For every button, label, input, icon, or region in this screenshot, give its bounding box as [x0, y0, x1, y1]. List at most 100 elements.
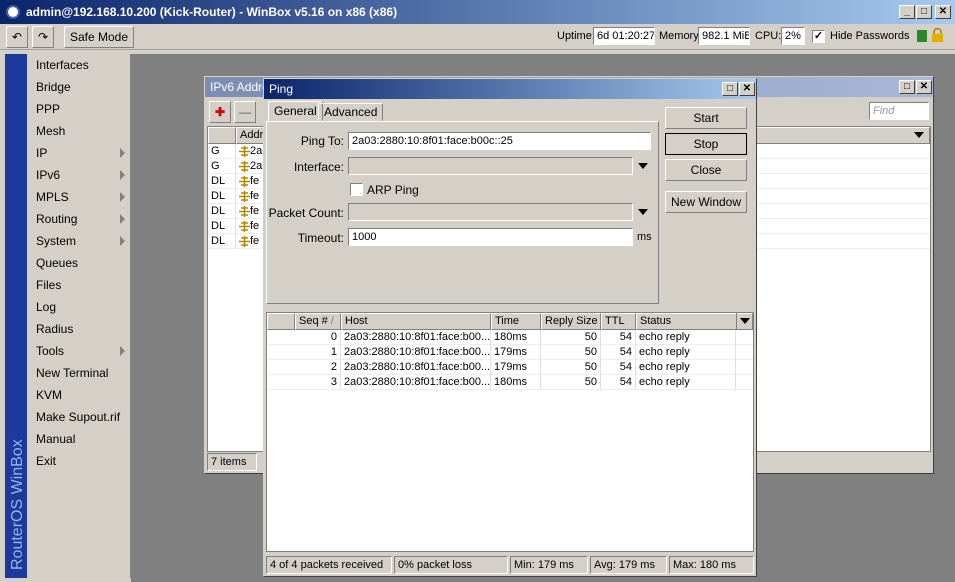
cell-seq: 2 — [295, 360, 341, 375]
uptime-value: 6d 01:20:27 — [593, 27, 655, 45]
menu-item-bridge[interactable]: Bridge — [27, 76, 131, 98]
table-row[interactable]: 1 2a03:2880:10:8f01:face:b00... 179ms 50 54 e… — [267, 345, 753, 360]
row-flag: DL — [208, 219, 236, 234]
tab-advanced[interactable]: Advanced — [318, 103, 384, 121]
menu-item-make-supout-rif[interactable]: Make Supout.rif — [27, 406, 131, 428]
menu-item-interfaces[interactable]: Interfaces — [27, 54, 131, 76]
cell-size: 50 — [541, 330, 601, 345]
interface-dropdown-icon[interactable] — [638, 163, 648, 169]
menu-item-tools[interactable]: Tools — [27, 340, 131, 362]
menu-item-label: Files — [36, 278, 62, 292]
ping-window-title: Ping — [269, 82, 294, 96]
minimize-button[interactable]: _ — [899, 5, 915, 19]
arp-ping-checkbox[interactable] — [350, 183, 363, 196]
address-icon — [239, 191, 250, 202]
results-column-menu-icon[interactable] — [736, 313, 753, 330]
table-row[interactable]: 3 2a03:2880:10:8f01:face:b00... 180ms 50 54 e… — [267, 375, 753, 390]
maximize-button[interactable]: □ — [916, 5, 932, 19]
interface-select[interactable] — [348, 157, 633, 175]
menu-item-mesh[interactable]: Mesh — [27, 120, 131, 142]
cpu-value: 2% — [781, 27, 805, 45]
cell-ttl: 54 — [601, 360, 636, 375]
ipv6-maximize-button[interactable]: □ — [899, 80, 915, 94]
brand-label: RouterOS WinBox — [9, 439, 26, 570]
stop-button[interactable]: Stop — [665, 133, 747, 155]
tab-general[interactable]: General — [268, 101, 323, 121]
hide-passwords-label: Hide Passwords — [830, 30, 910, 42]
add-button[interactable]: ✚ — [209, 101, 231, 123]
packet-count-dropdown-icon[interactable] — [638, 209, 648, 215]
new-window-button[interactable]: New Window — [665, 191, 747, 213]
menu-item-exit[interactable]: Exit — [27, 450, 131, 472]
cell-time: 180ms — [491, 375, 541, 390]
ipv6-close-button[interactable]: ✕ — [916, 80, 932, 94]
submenu-arrow-icon — [120, 346, 125, 356]
row-flag: G — [208, 159, 236, 174]
menu-item-radius[interactable]: Radius — [27, 318, 131, 340]
close-button[interactable]: ✕ — [935, 5, 951, 19]
redo-button[interactable]: ↷ — [32, 26, 54, 48]
address-icon — [239, 206, 250, 217]
menu-item-label: PPP — [36, 102, 61, 116]
max-rtt-status: Max: 180 ms — [669, 556, 754, 574]
cell-host: 2a03:2880:10:8f01:face:b00... — [341, 330, 491, 345]
ping-close-button[interactable]: ✕ — [739, 82, 755, 96]
safe-mode-button[interactable]: Safe Mode — [64, 26, 134, 48]
menu-item-system[interactable]: System — [27, 230, 131, 252]
address-icon — [239, 236, 250, 247]
menu-item-ip[interactable]: IP — [27, 142, 131, 164]
submenu-arrow-icon — [120, 214, 125, 224]
menu-item-label: System — [36, 234, 77, 248]
start-button[interactable]: Start — [665, 107, 747, 129]
address-icon — [239, 176, 250, 187]
menu-item-label: Radius — [36, 322, 74, 336]
address-icon — [239, 146, 250, 157]
cell-status: echo reply — [636, 360, 736, 375]
host-column-header[interactable]: Host — [341, 313, 491, 330]
menu-item-new-terminal[interactable]: New Terminal — [27, 362, 131, 384]
close-ping-button[interactable]: Close — [665, 159, 747, 181]
cell-seq: 3 — [295, 375, 341, 390]
submenu-arrow-icon — [120, 148, 125, 158]
menu-item-label: Routing — [36, 212, 78, 226]
menu-item-mpls[interactable]: MPLS — [27, 186, 131, 208]
menu-item-label: IP — [36, 146, 48, 160]
cell-time: 180ms — [491, 330, 541, 345]
packets-received-status: 4 of 4 packets received — [266, 556, 392, 574]
menu-item-label: New Terminal — [36, 366, 109, 380]
min-rtt-status: Min: 179 ms — [510, 556, 588, 574]
table-row[interactable]: 0 2a03:2880:10:8f01:face:b00... 180ms 50 54 e… — [267, 330, 753, 345]
menu-item-kvm[interactable]: KVM — [27, 384, 131, 406]
ping-to-input[interactable]: 2a03:2880:10:8f01:face:b00c::25 — [348, 132, 651, 150]
cell-host: 2a03:2880:10:8f01:face:b00... — [341, 375, 491, 390]
ping-maximize-button[interactable]: □ — [722, 82, 738, 96]
undo-button[interactable]: ↶ — [6, 26, 28, 48]
address-icon — [239, 161, 250, 172]
menu-item-routing[interactable]: Routing — [27, 208, 131, 230]
menu-item-log[interactable]: Log — [27, 296, 131, 318]
menu-item-manual[interactable]: Manual — [27, 428, 131, 450]
menu-item-files[interactable]: Files — [27, 274, 131, 296]
flag-column-header[interactable] — [208, 127, 236, 144]
packet-count-input[interactable] — [348, 203, 633, 221]
find-input[interactable]: Find — [869, 102, 929, 120]
ttl-column-header[interactable]: TTL — [601, 313, 636, 330]
timeout-input[interactable]: 1000 — [348, 228, 633, 246]
seq-column-header[interactable]: Seq # / — [295, 313, 341, 330]
menu-item-ppp[interactable]: PPP — [27, 98, 131, 120]
table-row[interactable]: 2 2a03:2880:10:8f01:face:b00... 179ms 50 54 e… — [267, 360, 753, 375]
row-flag: DL — [208, 234, 236, 249]
status-indicator-icon — [917, 30, 927, 42]
cell-host: 2a03:2880:10:8f01:face:b00... — [341, 360, 491, 375]
menu-item-label: Make Supout.rif — [36, 410, 121, 424]
main-menu: Interfaces Bridge PPP Mesh IP IPv6 MPLS Routing… — [27, 54, 131, 578]
hide-passwords-checkbox[interactable]: ✓ — [812, 30, 825, 43]
column-menu-icon[interactable] — [914, 132, 924, 138]
reply-size-column-header[interactable]: Reply Size — [541, 313, 601, 330]
results-flag-header[interactable] — [267, 313, 295, 330]
time-column-header[interactable]: Time — [491, 313, 541, 330]
menu-item-queues[interactable]: Queues — [27, 252, 131, 274]
menu-item-ipv6[interactable]: IPv6 — [27, 164, 131, 186]
remove-button[interactable]: — — [234, 101, 256, 123]
ping-window-titlebar[interactable]: Ping — [264, 79, 756, 99]
